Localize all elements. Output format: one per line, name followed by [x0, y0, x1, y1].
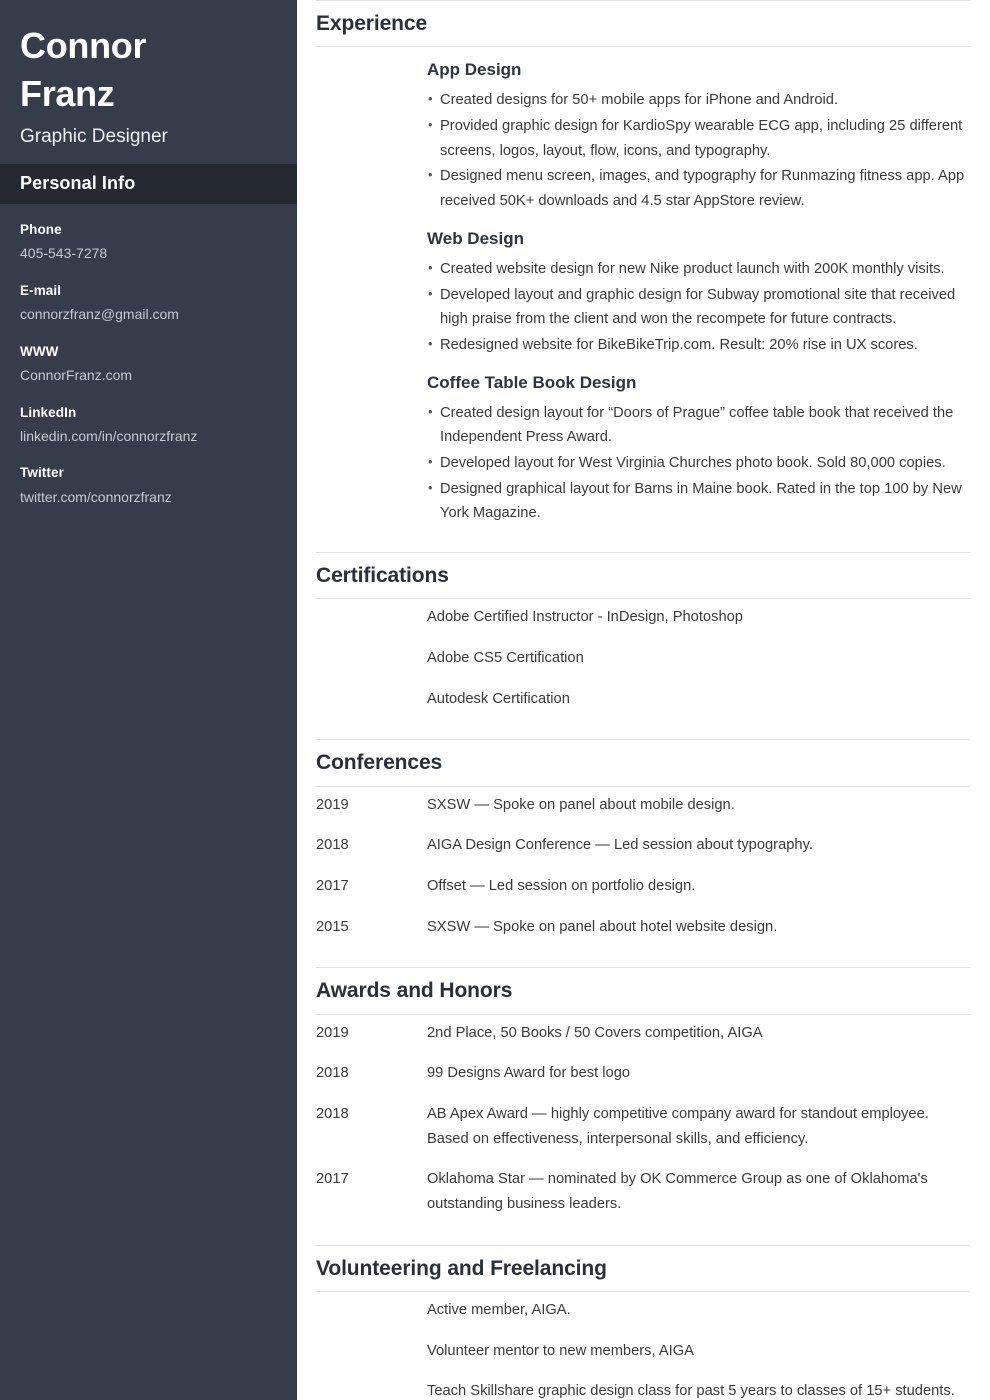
table-row: Adobe CS5 Certification [316, 646, 970, 671]
contact-value[interactable]: linkedin.com/in/connorzfranz [20, 426, 277, 448]
resume-page: Connor Franz Graphic Designer Personal I… [0, 0, 990, 1400]
conferences-body: 2019 SXSW — Spoke on panel about mobile … [316, 787, 970, 968]
sidebar: Connor Franz Graphic Designer Personal I… [0, 0, 297, 1400]
row-detail: Volunteer mentor to new members, AIGA [427, 1342, 694, 1359]
section-title-volunteering: Volunteering and Freelancing [316, 1256, 607, 1280]
list-item: Developed layout and graphic design for … [316, 283, 970, 332]
contact-value[interactable]: connorzfranz@gmail.com [20, 304, 277, 326]
row-detail: 99 Designs Award for best logo [427, 1065, 631, 1082]
row-year: 2019 [316, 1024, 349, 1041]
row-year: 2017 [316, 1171, 349, 1188]
table-row: Autodesk Certification [316, 687, 970, 712]
list-item: Created website design for new Nike prod… [316, 257, 970, 282]
contact-label: WWW [20, 343, 59, 359]
table-row: 2018 99 Designs Award for best logo [316, 1061, 970, 1086]
table-row: 2019 SXSW — Spoke on panel about mobile … [316, 793, 970, 818]
section-title-conferences: Conferences [316, 751, 443, 775]
row-detail: Active member, AIGA. [427, 1302, 571, 1319]
table-row: 2018 AB Apex Award — highly competitive … [316, 1102, 970, 1151]
contact-label: Twitter [20, 465, 64, 481]
personal-info-title: Personal Info [20, 173, 136, 194]
table-row: 2015 SXSW — Spoke on panel about hotel w… [316, 915, 970, 940]
resume-main-content: Experience App Design Created designs fo… [297, 0, 990, 1400]
list-item: Redesigned website for BikeBikeTrip.com.… [316, 333, 970, 358]
row-detail: Oklahoma Star — nominated by OK Commerce… [427, 1171, 928, 1213]
experience-body: App Design Created designs for 50+ mobil… [316, 47, 970, 552]
experience-group-coffee-table-book-design: Coffee Table Book Design Created design … [316, 372, 970, 527]
section-title-experience: Experience [316, 12, 428, 35]
row-year: 2018 [316, 1065, 349, 1082]
row-detail: 2nd Place, 50 Books / 50 Covers competit… [427, 1024, 763, 1041]
certifications-body: Adobe Certified Instructor - InDesign, P… [316, 599, 970, 739]
row-year: 2018 [316, 837, 349, 854]
experience-group-app-design: App Design Created designs for 50+ mobil… [316, 59, 970, 214]
table-row: Volunteer mentor to new members, AIGA [316, 1339, 970, 1364]
experience-group-title: App Design [427, 60, 522, 80]
contact-item-linkedin: LinkedIn linkedin.com/in/connorzfranz [20, 403, 277, 448]
table-row: 2018 AIGA Design Conference — Led sessio… [316, 833, 970, 858]
row-detail: SXSW — Spoke on panel about mobile desig… [427, 796, 735, 813]
candidate-name: Connor Franz [20, 25, 147, 114]
row-year: 2018 [316, 1106, 349, 1123]
experience-group-title: Web Design [427, 228, 524, 248]
personal-info-band: Personal Info [0, 163, 297, 204]
experience-group-title: Coffee Table Book Design [427, 372, 637, 392]
table-row: 2017 Offset — Led session on portfolio d… [316, 874, 970, 899]
section-certifications: Certifications Adobe Certified Instructo… [316, 552, 970, 739]
experience-bullet-list: Created designs for 50+ mobile apps for … [316, 88, 970, 213]
contact-label: Phone [20, 221, 62, 237]
section-experience: Experience App Design Created designs fo… [316, 0, 970, 552]
row-detail: SXSW — Spoke on panel about hotel websit… [427, 918, 778, 935]
list-item: Designed graphical layout for Barns in M… [316, 477, 970, 526]
experience-group-web-design: Web Design Created website design for ne… [316, 228, 970, 358]
section-conferences: Conferences 2019 SXSW — Spoke on panel a… [316, 739, 970, 967]
row-detail: Offset — Led session on portfolio design… [427, 878, 696, 895]
list-item: Designed menu screen, images, and typogr… [316, 164, 970, 213]
contact-value[interactable]: twitter.com/connorzfranz [20, 487, 277, 509]
table-row: 2017 Oklahoma Star — nominated by OK Com… [316, 1167, 970, 1216]
row-detail: Autodesk Certification [427, 690, 570, 707]
experience-bullet-list: Created design layout for “Doors of Prag… [316, 401, 970, 526]
list-item: Developed layout for West Virginia Churc… [316, 451, 970, 476]
candidate-job-title: Graphic Designer [20, 126, 168, 148]
section-title-awards: Awards and Honors [316, 979, 513, 1003]
row-detail: Adobe Certified Instructor - InDesign, P… [427, 609, 743, 626]
list-item: Created designs for 50+ mobile apps for … [316, 88, 970, 113]
row-year: 2017 [316, 878, 349, 895]
list-item: Provided graphic design for KardioSpy we… [316, 114, 970, 163]
contact-value[interactable]: ConnorFranz.com [20, 365, 277, 387]
sidebar-header: Connor Franz Graphic Designer [0, 0, 297, 164]
row-detail: Teach Skillshare graphic design class fo… [427, 1383, 955, 1400]
row-detail: AIGA Design Conference — Led session abo… [427, 837, 813, 854]
volunteering-body: Active member, AIGA. Volunteer mentor to… [316, 1292, 970, 1400]
contact-item-www: WWW ConnorFranz.com [20, 342, 277, 387]
list-item: Created design layout for “Doors of Prag… [316, 401, 970, 450]
table-row: Adobe Certified Instructor - InDesign, P… [316, 605, 970, 630]
table-row: Teach Skillshare graphic design class fo… [316, 1379, 970, 1400]
table-row: 2019 2nd Place, 50 Books / 50 Covers com… [316, 1021, 970, 1046]
contact-label: LinkedIn [20, 404, 77, 420]
table-row: Active member, AIGA. [316, 1298, 970, 1323]
row-detail: AB Apex Award — highly competitive compa… [427, 1106, 929, 1147]
awards-body: 2019 2nd Place, 50 Books / 50 Covers com… [316, 1015, 970, 1245]
contact-item-twitter: Twitter twitter.com/connorzfranz [20, 463, 277, 508]
section-awards-and-honors: Awards and Honors 2019 2nd Place, 50 Boo… [316, 967, 970, 1244]
contact-label: E-mail [20, 282, 62, 298]
contact-value[interactable]: 405-543-7278 [20, 243, 277, 265]
experience-bullet-list: Created website design for new Nike prod… [316, 257, 970, 358]
contact-item-phone: Phone 405-543-7278 [20, 220, 277, 265]
section-volunteering-and-freelancing: Volunteering and Freelancing Active memb… [316, 1244, 970, 1400]
row-detail: Adobe CS5 Certification [427, 650, 584, 667]
row-year: 2019 [316, 796, 349, 813]
contact-item-email: E-mail connorzfranz@gmail.com [20, 281, 277, 326]
row-year: 2015 [316, 918, 349, 935]
section-title-certifications: Certifications [316, 564, 449, 588]
contact-list: Phone 405-543-7278 E-mail connorzfranz@g… [0, 204, 297, 509]
